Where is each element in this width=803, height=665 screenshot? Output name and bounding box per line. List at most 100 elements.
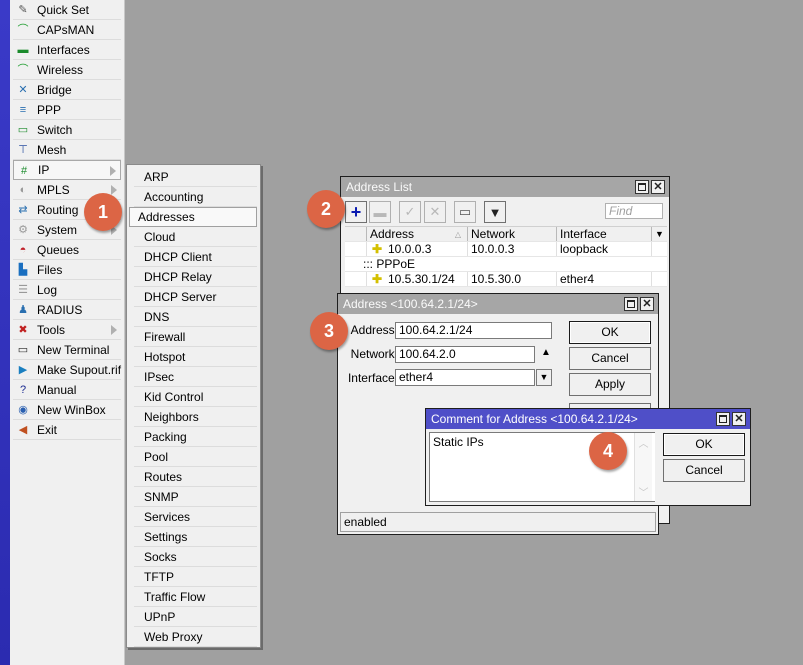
step-badge-3: 3 [310, 312, 348, 350]
submenu-item-socks[interactable]: Socks [134, 547, 257, 567]
address-list-titlebar[interactable]: Address List ✕ [341, 177, 669, 197]
disable-button[interactable]: ✕ [424, 201, 446, 223]
plus-icon: + [350, 202, 362, 222]
tools-icon: ✖ [18, 324, 28, 336]
submenu-item-cloud[interactable]: Cloud [134, 227, 257, 247]
submenu-item-dhcp-server[interactable]: DHCP Server [134, 287, 257, 307]
maximize-button[interactable] [624, 297, 638, 311]
close-icon: ✕ [642, 298, 652, 310]
submenu-item-traffic-flow[interactable]: Traffic Flow [134, 587, 257, 607]
table-row[interactable]: ✚ 10.5.30.1/24 10.5.30.0 ether4 [345, 272, 667, 287]
menu-item-switch[interactable]: ▭ Switch [13, 120, 121, 140]
dropdown-button[interactable]: ▼ [536, 369, 552, 386]
bridge-icon: ✕ [18, 84, 28, 96]
submenu-item-dhcp-relay[interactable]: DHCP Relay [134, 267, 257, 287]
menu-item-capsman[interactable]: ⌒ CAPsMAN [13, 20, 121, 40]
submenu-item-ipsec[interactable]: IPsec [134, 367, 257, 387]
network-input[interactable]: 100.64.2.0 [395, 346, 535, 363]
close-button[interactable]: ✕ [640, 297, 654, 311]
submenu-item-pool[interactable]: Pool [134, 447, 257, 467]
collapse-arrow-icon[interactable]: ▲ [541, 347, 551, 358]
menu-item-manual[interactable]: ? Manual [13, 380, 121, 400]
menu-item-bridge[interactable]: ✕ Bridge [13, 80, 121, 100]
menu-item-mesh[interactable]: ⊤ Mesh [13, 140, 121, 160]
menu-item-ppp[interactable]: ≡ PPP [13, 100, 121, 120]
comment-button[interactable]: ▭ [454, 201, 476, 223]
cancel-button[interactable]: Cancel [569, 347, 651, 370]
menu-item-ip[interactable]: # IP [13, 160, 121, 180]
menu-item-interfaces[interactable]: ▬ Interfaces [13, 40, 121, 60]
menu-item-log[interactable]: ☰ Log [13, 280, 121, 300]
menu-item-make-supout-rif[interactable]: ▶ Make Supout.rif [13, 360, 121, 380]
column-interface[interactable]: Interface [557, 227, 652, 241]
filter-button[interactable]: ▼ [484, 201, 506, 223]
submenu-item-dhcp-client[interactable]: DHCP Client [134, 247, 257, 267]
maximize-button[interactable] [635, 180, 649, 194]
address-list-title: Address List [346, 180, 413, 194]
menu-item-new-winbox[interactable]: ◉ New WinBox [13, 400, 121, 420]
add-button[interactable]: + [345, 201, 367, 223]
find-input[interactable]: Find [605, 203, 663, 219]
submenu-item-services[interactable]: Services [134, 507, 257, 527]
step-badge-1: 1 [84, 193, 122, 231]
close-button[interactable]: ✕ [732, 412, 746, 426]
submenu-item-accounting[interactable]: Accounting [134, 187, 257, 207]
submenu-item-dns[interactable]: DNS [134, 307, 257, 327]
scroll-up-icon[interactable]: ︿ [635, 435, 652, 450]
scroll-down-icon[interactable]: ﹀ [635, 484, 652, 499]
apply-button[interactable]: Apply [569, 373, 651, 396]
menu-item-label: Queues [37, 243, 80, 257]
status-bar: enabled [340, 512, 656, 532]
submenu-item-addresses[interactable]: Addresses [129, 207, 257, 227]
menu-item-label: New WinBox [37, 403, 106, 417]
menu-item-label: Switch [37, 123, 73, 137]
menu-item-exit[interactable]: ◀ Exit [13, 420, 121, 440]
network-card-icon: ▬ [17, 44, 29, 56]
ok-button[interactable]: OK [569, 321, 651, 344]
table-row[interactable]: ✚ 10.0.0.3 10.0.0.3 loopback [345, 242, 667, 257]
submenu-item-settings[interactable]: Settings [134, 527, 257, 547]
sort-icon: △ [454, 230, 461, 239]
submenu-item-hotspot[interactable]: Hotspot [134, 347, 257, 367]
enable-button[interactable]: ✓ [399, 201, 421, 223]
submenu-item-neighbors[interactable]: Neighbors [134, 407, 257, 427]
column-network[interactable]: Network [468, 227, 557, 241]
menu-item-label: Manual [37, 383, 77, 397]
submenu-item-routes[interactable]: Routes [134, 467, 257, 487]
menu-item-tools[interactable]: ✖ Tools [13, 320, 121, 340]
submenu-arrow-icon [110, 166, 116, 176]
column-address[interactable]: Address △ [367, 227, 468, 241]
manual-icon: ? [19, 384, 27, 396]
cancel-button[interactable]: Cancel [663, 459, 745, 482]
menu-item-radius[interactable]: ♟ RADIUS [13, 300, 121, 320]
submenu-item-tftp[interactable]: TFTP [134, 567, 257, 587]
menu-item-label: Log [37, 283, 58, 297]
submenu-item-kid-control[interactable]: Kid Control [134, 387, 257, 407]
submenu-item-web-proxy[interactable]: Web Proxy [134, 627, 257, 647]
address-input[interactable]: 100.64.2.1/24 [395, 322, 552, 339]
interface-select[interactable]: ether4 [395, 369, 535, 386]
column-chooser[interactable]: ▼ [652, 227, 667, 241]
menu-item-files[interactable]: ▙ Files [13, 260, 121, 280]
address-dialog-titlebar[interactable]: Address <100.64.2.1/24> ✕ [338, 294, 658, 314]
check-icon: ✓ [404, 204, 416, 219]
submenu-item-firewall[interactable]: Firewall [134, 327, 257, 347]
menu-item-new-terminal[interactable]: ▭ New Terminal [13, 340, 121, 360]
comment-dialog-titlebar[interactable]: Comment for Address <100.64.2.1/24> ✕ [426, 409, 750, 429]
switch-icon: ▭ [17, 124, 29, 136]
step-badge-4: 4 [589, 432, 627, 470]
submenu-item-upnp[interactable]: UPnP [134, 607, 257, 627]
submenu-item-packing[interactable]: Packing [134, 427, 257, 447]
menu-item-queues[interactable]: ◓ Queues [13, 240, 121, 260]
remove-button[interactable]: ▬ [369, 201, 391, 223]
submenu-item-snmp[interactable]: SNMP [134, 487, 257, 507]
menu-item-quick-set[interactable]: ✎ Quick Set [13, 0, 121, 20]
submenu-item-arp[interactable]: ARP [134, 167, 257, 187]
ok-button[interactable]: OK [663, 433, 745, 456]
close-button[interactable]: ✕ [651, 180, 665, 194]
step-badge-2: 2 [307, 190, 345, 228]
menu-item-wireless[interactable]: ⌒ Wireless [13, 60, 121, 80]
maximize-button[interactable] [716, 412, 730, 426]
menu-item-label: Mesh [37, 143, 67, 157]
comment-scrollbar[interactable]: ︿ ﹀ [634, 433, 652, 501]
